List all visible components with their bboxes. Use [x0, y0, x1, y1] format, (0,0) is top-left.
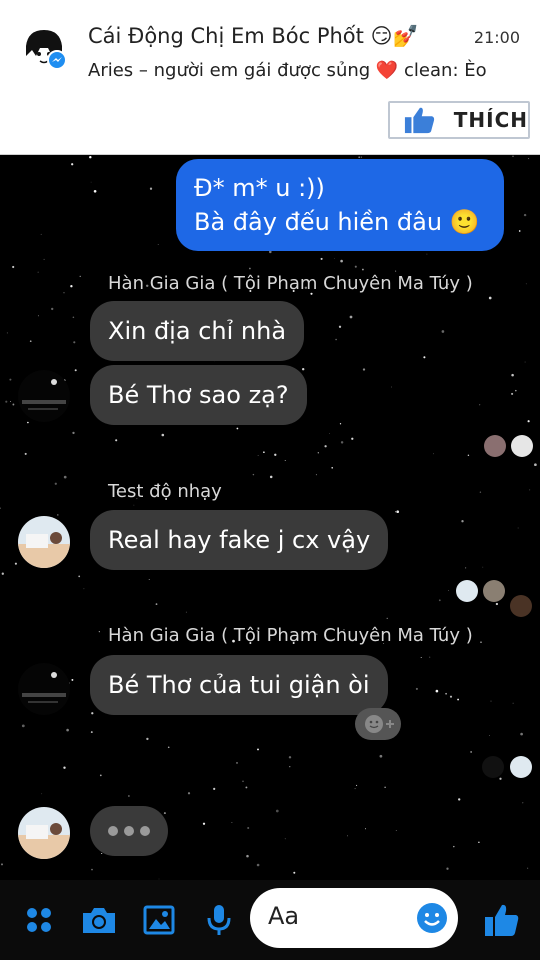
message-text: Bé Thơ sao zạ? — [108, 381, 289, 409]
thumbs-up-icon — [404, 107, 435, 134]
add-reaction-icon — [365, 715, 394, 733]
notification-time: 21:00 — [473, 28, 520, 47]
read-receipt-avatar — [510, 595, 532, 617]
read-receipt-avatar — [482, 756, 504, 778]
image-icon — [143, 905, 175, 935]
message-text: Real hay fake j cx vậy — [108, 526, 371, 554]
message-bubble-incoming[interactable]: Bé Thơ sao zạ? — [90, 365, 307, 425]
message-bubble-incoming[interactable]: Bé Thơ của tui giận òi — [90, 655, 388, 715]
more-actions-button[interactable] — [19, 900, 59, 940]
message-text: Bà đây đếu hiền đâu 🙂 — [194, 208, 480, 236]
sender-name: Test độ nhạy — [108, 481, 222, 502]
add-reaction-button[interactable] — [355, 708, 401, 740]
avatar[interactable] — [18, 370, 70, 422]
message-bubble-incoming[interactable]: Real hay fake j cx vậy — [90, 510, 389, 570]
grid-icon — [27, 908, 51, 932]
notification-banner[interactable]: Cái Động Chị Em Bóc Phốt 😏💅 21:00 Aries … — [0, 0, 540, 155]
avatar[interactable] — [18, 663, 70, 715]
read-receipt-avatar — [456, 580, 478, 602]
microphone-icon — [207, 905, 231, 935]
emoji-icon[interactable] — [416, 902, 448, 934]
voice-button[interactable] — [199, 900, 239, 940]
message-input-placeholder: Aa — [268, 902, 300, 930]
read-receipt-avatar — [483, 580, 505, 602]
typing-indicator — [90, 806, 168, 856]
sender-name: Hàn Gia Gia ( Tội Phạm Chuyên Ma Túy ) — [108, 625, 473, 646]
message-bubble-incoming[interactable]: Xin địa chỉ nhà — [90, 301, 305, 361]
message-text: Đ* m* u :)) — [194, 174, 325, 202]
thumbs-up-icon — [485, 904, 519, 936]
avatar[interactable] — [18, 807, 70, 859]
camera-icon — [83, 908, 115, 933]
gallery-button[interactable] — [139, 900, 179, 940]
like-button-label: THÍCH — [453, 108, 528, 132]
message-bubble-outgoing[interactable]: Đ* m* u :)) Bà đây đếu hiền đâu 🙂 — [176, 159, 504, 251]
notification-body: Aries – người em gái được sủng ❤️ clean:… — [88, 60, 487, 81]
chat-thread[interactable]: Đ* m* u :)) Bà đây đếu hiền đâu 🙂 Hàn Gi… — [0, 155, 540, 880]
notification-title: Cái Động Chị Em Bóc Phốt 😏💅 — [88, 24, 419, 48]
messenger-icon — [47, 50, 67, 70]
read-receipt-avatar — [511, 435, 533, 457]
read-receipt-avatar — [484, 435, 506, 457]
send-like-button[interactable] — [480, 900, 524, 940]
message-text: Bé Thơ của tui giận òi — [108, 671, 370, 699]
sender-name: Hàn Gia Gia ( Tội Phạm Chuyên Ma Túy ) — [108, 273, 473, 294]
avatar[interactable] — [18, 516, 70, 568]
camera-button[interactable] — [79, 900, 119, 940]
message-text: Xin địa chỉ nhà — [108, 317, 287, 345]
like-button[interactable]: THÍCH — [388, 101, 530, 139]
read-receipt-avatar — [510, 756, 532, 778]
message-input[interactable]: Aa — [250, 888, 458, 948]
